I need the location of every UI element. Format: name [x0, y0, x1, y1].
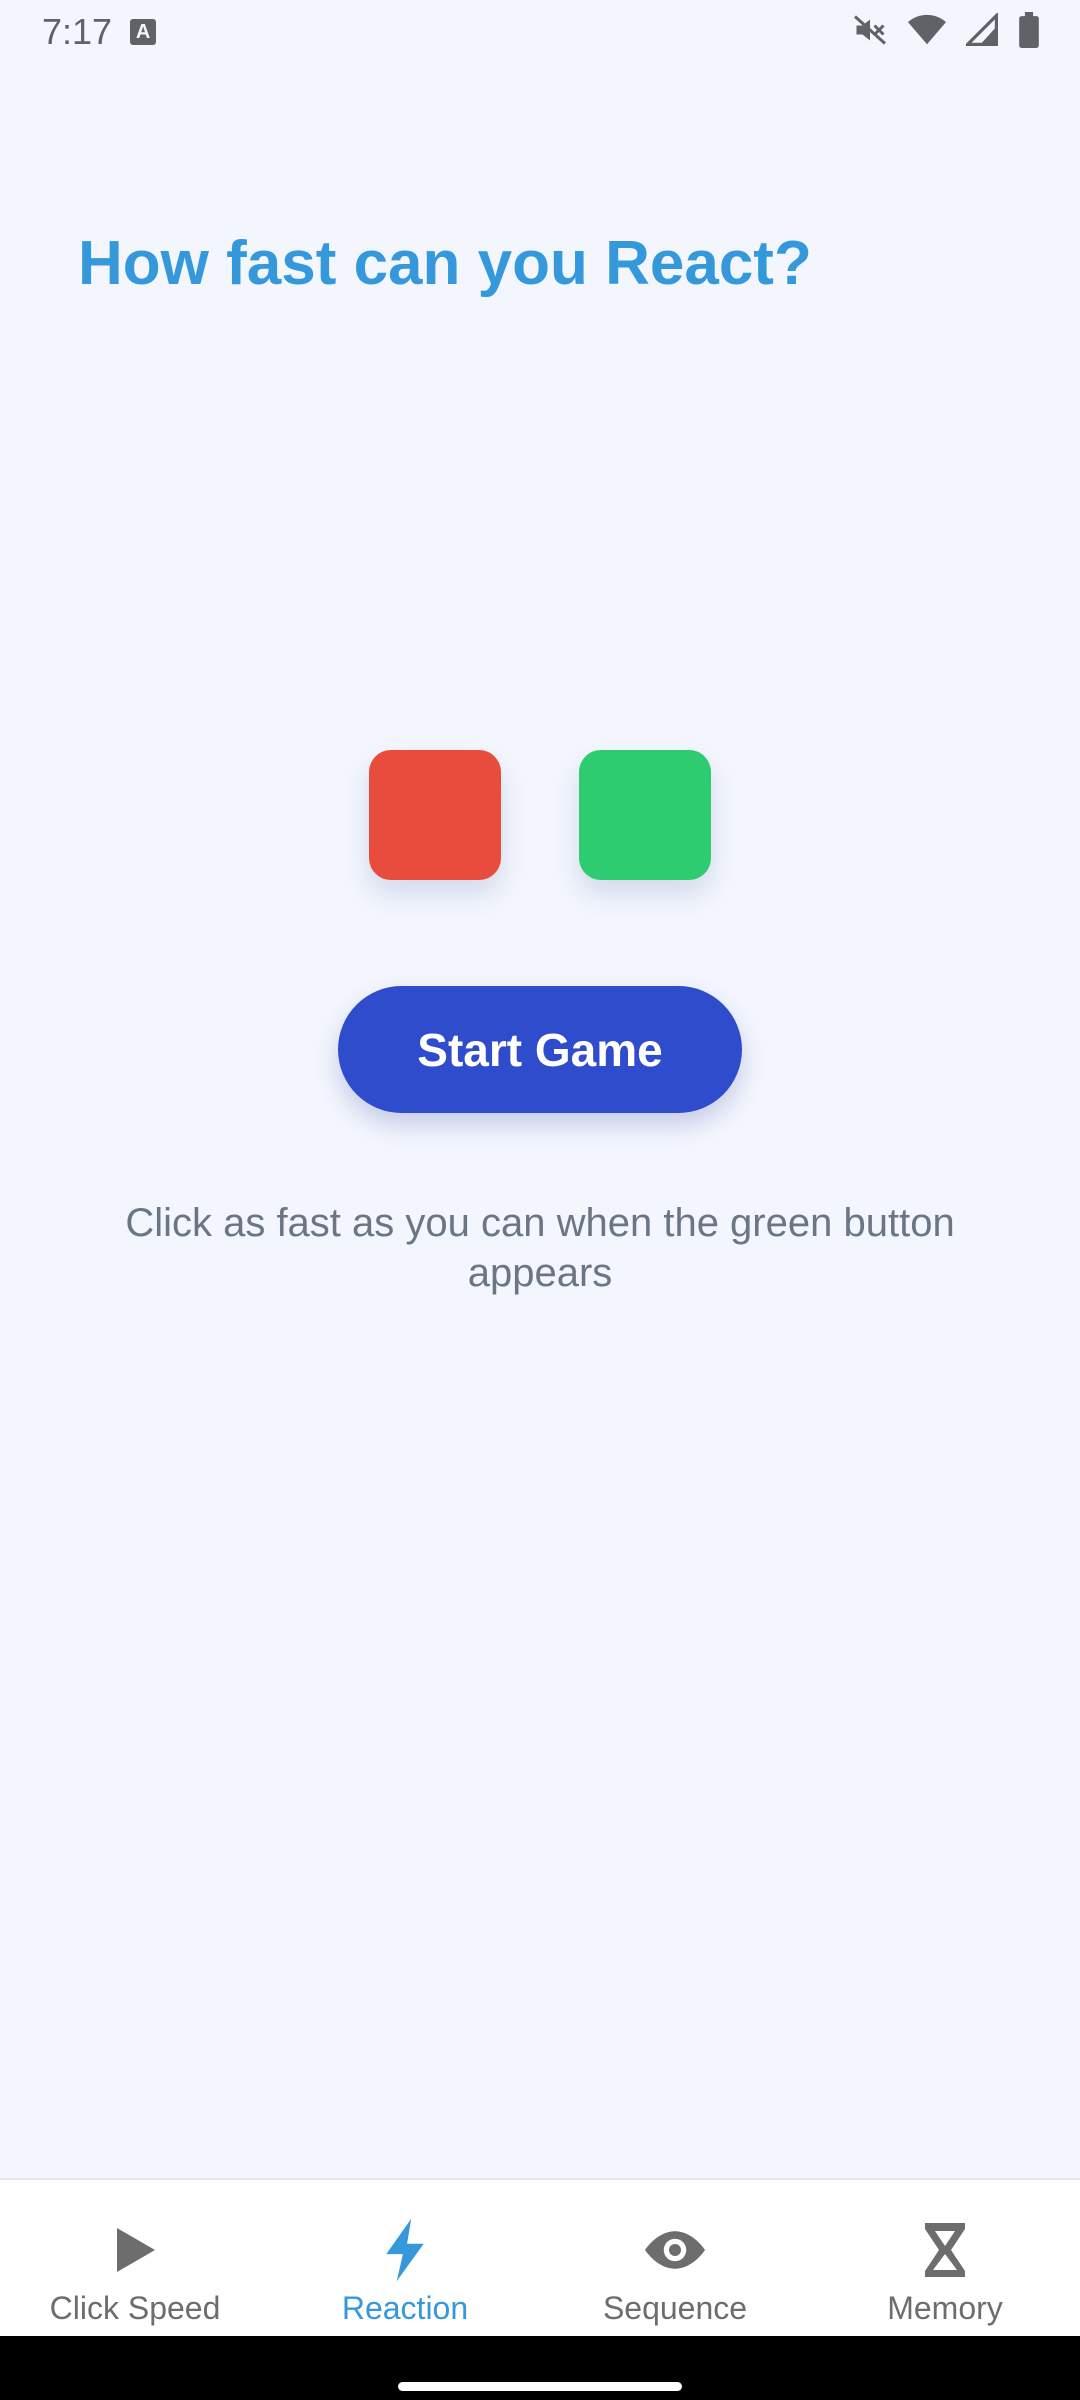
- nav-item-click-speed[interactable]: Click Speed: [0, 2180, 270, 2336]
- nav-label: Reaction: [341, 2290, 469, 2326]
- status-bar: 7:17 A: [0, 0, 1080, 64]
- nav-label: Click Speed: [49, 2290, 221, 2326]
- eye-icon: [645, 2220, 705, 2280]
- home-gesture-handle[interactable]: [398, 2382, 682, 2391]
- indicator-squares: [0, 750, 1080, 880]
- hourglass-icon: [915, 2220, 975, 2280]
- nav-label: Sequence: [602, 2290, 748, 2326]
- page-title: How fast can you React?: [78, 229, 812, 298]
- bottom-nav: Click Speed Reaction Sequence Memory: [0, 2178, 1080, 2336]
- nav-item-memory[interactable]: Memory: [810, 2180, 1080, 2336]
- nav-item-reaction[interactable]: Reaction: [270, 2180, 540, 2336]
- nav-label: Memory: [887, 2290, 1003, 2326]
- instructions-text: Click as fast as you can when the green …: [125, 1201, 955, 1295]
- red-square: [369, 750, 501, 880]
- nav-item-sequence[interactable]: Sequence: [540, 2180, 810, 2336]
- lightning-icon: [375, 2218, 435, 2282]
- play-icon: [105, 2220, 165, 2280]
- signal-icon: [963, 11, 998, 52]
- status-time: 7:17: [42, 11, 113, 52]
- keyboard-icon: A: [130, 19, 157, 45]
- battery-icon: [1018, 11, 1040, 53]
- status-left: 7:17 A: [42, 11, 157, 53]
- green-square: [579, 750, 711, 880]
- mute-icon: [852, 12, 888, 53]
- wifi-icon: [908, 13, 946, 52]
- start-game-button[interactable]: Start Game: [338, 986, 742, 1113]
- status-right: [852, 11, 1040, 53]
